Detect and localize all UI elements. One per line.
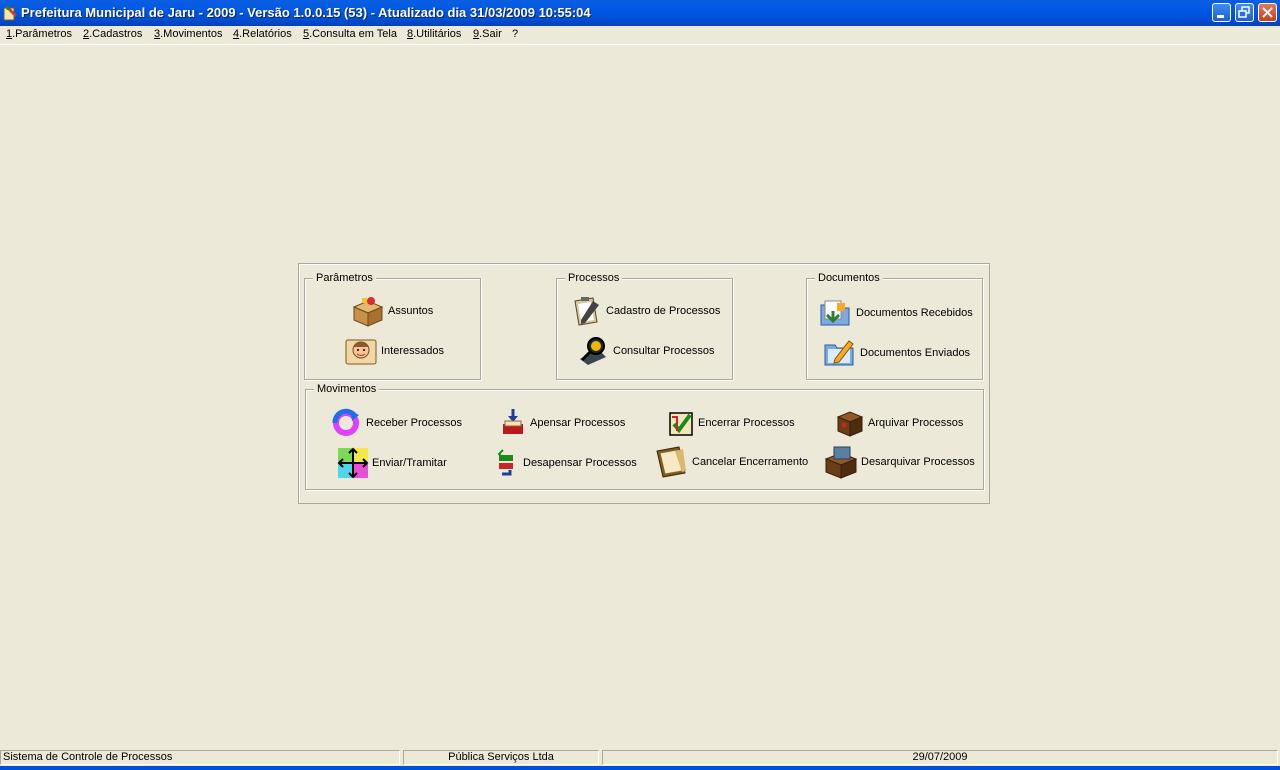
title-bar: Prefeitura Municipal de Jaru - 2009 - Ve… (0, 0, 1280, 26)
menu-movimentos[interactable]: 3.Movimentos (154, 28, 222, 40)
menu-cadastros[interactable]: 2.Cadastros (83, 28, 142, 40)
taskbar-edge (0, 766, 1280, 770)
menu-sair[interactable]: 9.Sair (473, 28, 502, 40)
menu-relatorios[interactable]: 4.Relatórios (233, 28, 292, 40)
receber-processos-button[interactable]: Receber Processos (329, 407, 462, 439)
folder-cancel-icon (656, 446, 686, 478)
folder-in-icon (820, 300, 850, 326)
person-icon (345, 339, 377, 365)
status-date: 29/07/2009 (602, 750, 1278, 765)
group-title: Parâmetros (313, 272, 376, 284)
cancelar-encerramento-button[interactable]: Cancelar Encerramento (655, 445, 808, 479)
archive-box-icon (836, 411, 864, 437)
apensar-processos-button[interactable]: Apensar Processos (499, 407, 625, 439)
documentos-enviados-label: Documentos Enviados (860, 347, 971, 359)
arquivar-processos-label: Arquivar Processos (868, 417, 964, 429)
interessados-button[interactable]: Interessados (344, 335, 444, 367)
clipboard-icon (574, 297, 599, 326)
consultar-processos-label: Consultar Processos (613, 345, 715, 357)
status-company: Pública Serviços Ltda (403, 750, 599, 765)
menu-label: .Parâmetros (12, 28, 73, 40)
attach-icon (503, 409, 523, 434)
encerrar-processos-label: Encerrar Processos (698, 417, 795, 429)
menu-help[interactable]: ? (512, 28, 518, 40)
group-movimentos: Movimentos Receber Processos Apensar Pro… (305, 383, 984, 490)
status-system: Sistema de Controle de Processos (0, 750, 400, 765)
group-documentos: Documentos Documentos Recebidos Document… (806, 272, 983, 380)
restore-icon (1238, 6, 1250, 18)
menu-parametros[interactable]: 1.Parâmetros (6, 28, 72, 40)
menu-label: .Movimentos (160, 28, 223, 40)
consultar-processos-button[interactable]: Consultar Processos (576, 335, 715, 367)
folder-edit-icon (824, 340, 854, 366)
apensar-processos-label: Apensar Processos (530, 417, 626, 429)
menu-label: ? (512, 28, 519, 40)
assuntos-label: Assuntos (388, 305, 434, 317)
refresh-icon (332, 408, 359, 436)
menu-label: .Utilitários (413, 28, 462, 40)
cancelar-encerramento-label: Cancelar Encerramento (692, 456, 809, 468)
documentos-recebidos-label: Documentos Recebidos (856, 307, 973, 319)
interessados-label: Interessados (381, 345, 444, 357)
check-icon (669, 412, 693, 436)
minimize-button[interactable] (1212, 3, 1231, 22)
menu-label: .Relatórios (239, 28, 292, 40)
menu-utilitarios[interactable]: 8.Utilitários (407, 28, 461, 40)
cadastro-processos-button[interactable]: Cadastro de Processos (569, 295, 720, 327)
detach-icon (497, 449, 513, 476)
close-icon (1262, 7, 1273, 18)
group-title: Processos (565, 272, 623, 284)
assuntos-button[interactable]: Assuntos (351, 295, 433, 327)
encerrar-processos-button[interactable]: Encerrar Processos (667, 407, 795, 439)
receber-processos-label: Receber Processos (366, 417, 462, 429)
enviar-tramitar-label: Enviar/Tramitar (372, 457, 447, 469)
arquivar-processos-button[interactable]: Arquivar Processos (835, 407, 963, 439)
cadastro-processos-label: Cadastro de Processos (606, 305, 721, 317)
minimize-icon (1217, 15, 1224, 18)
desapensar-processos-label: Desapensar Processos (523, 457, 637, 469)
group-title: Movimentos (314, 383, 380, 395)
menu-label: .Consulta em Tela (309, 28, 397, 40)
documentos-recebidos-button[interactable]: Documentos Recebidos (819, 297, 973, 329)
box-icon (352, 297, 384, 327)
menu-consulta-em-tela[interactable]: 5.Consulta em Tela (303, 28, 397, 40)
move-arrows-icon (337, 447, 369, 479)
menu-bar: 1.Parâmetros 2.Cadastros 3.Movimentos 4.… (0, 26, 1280, 45)
enviar-tramitar-button[interactable]: Enviar/Tramitar (337, 447, 447, 479)
menu-label: .Cadastros (89, 28, 143, 40)
status-bar: Sistema de Controle de Processos Pública… (0, 749, 1280, 766)
desapensar-processos-button[interactable]: Desapensar Processos (492, 447, 637, 479)
menu-label: .Sair (479, 28, 502, 40)
group-processos: Processos Cadastro de Processos Consulta… (556, 272, 733, 380)
main-panel: Parâmetros Assuntos Interessados Process… (298, 263, 990, 504)
documentos-enviados-button[interactable]: Documentos Enviados (823, 337, 970, 369)
close-button[interactable] (1258, 3, 1277, 22)
desarquivar-processos-label: Desarquivar Processos (861, 456, 975, 468)
restore-button[interactable] (1235, 3, 1254, 22)
app-icon[interactable] (3, 5, 19, 21)
desarquivar-processos-button[interactable]: Desarquivar Processos (824, 445, 975, 479)
magnifier-icon (580, 337, 606, 365)
group-parametros: Parâmetros Assuntos Interessados (304, 272, 481, 380)
window-title: Prefeitura Municipal de Jaru - 2009 - Ve… (21, 5, 591, 20)
group-title: Documentos (815, 272, 883, 284)
unarchive-icon (824, 446, 858, 479)
